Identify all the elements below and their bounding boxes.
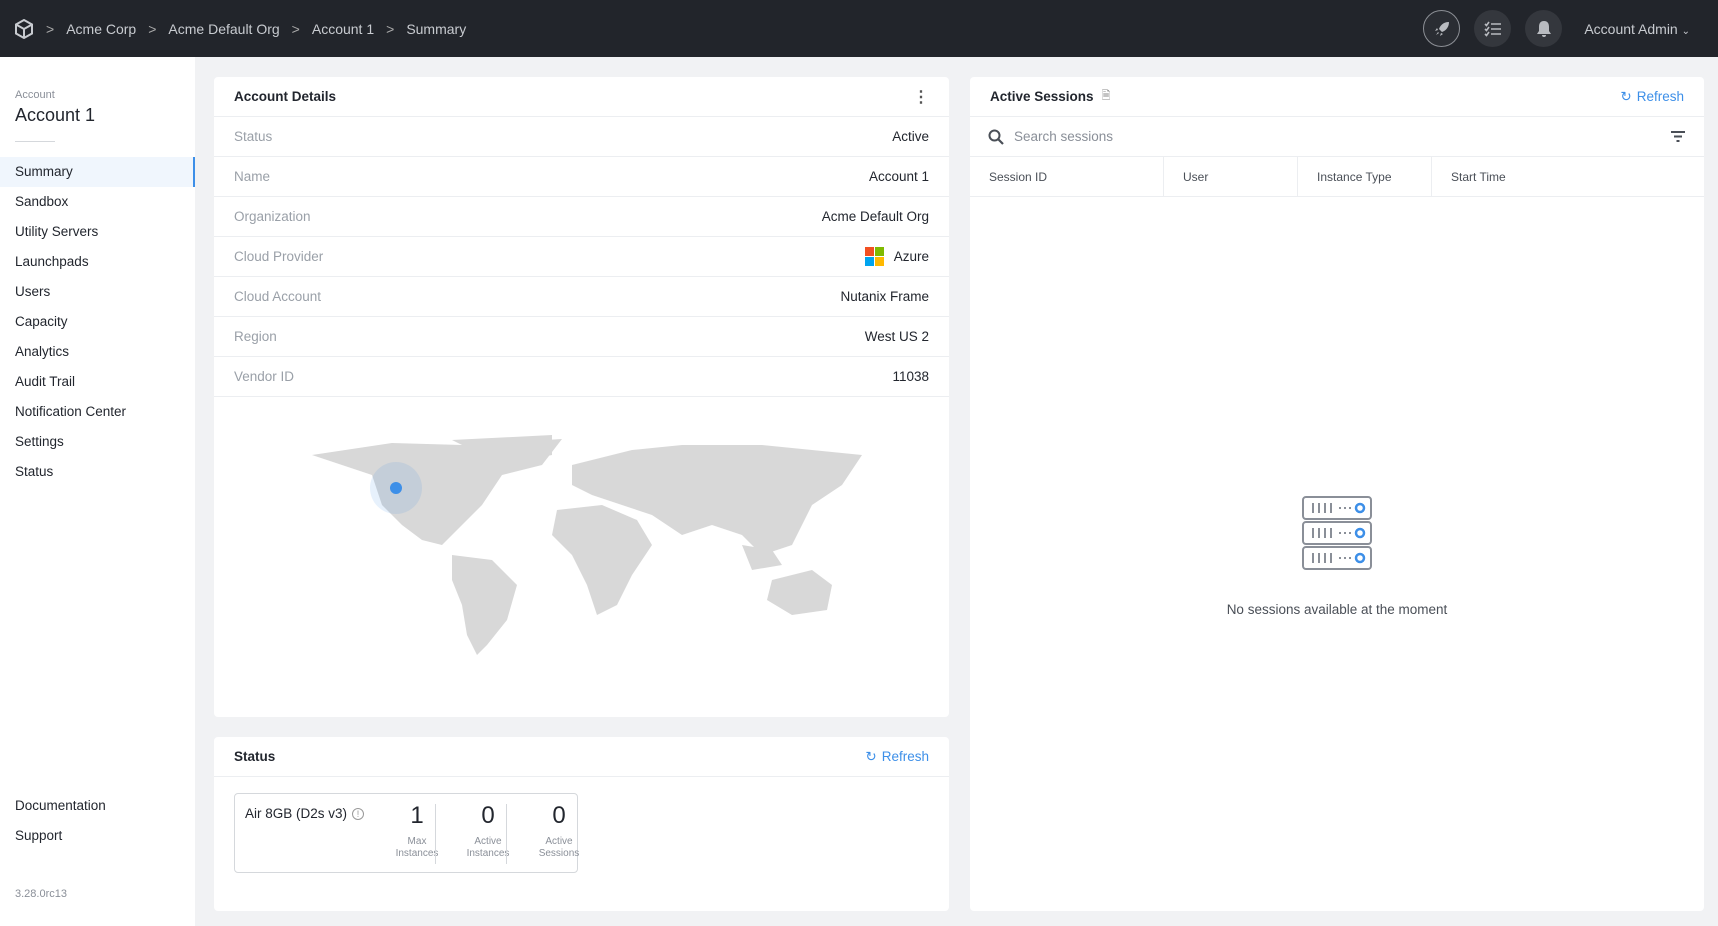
server-stack-icon [1302,496,1372,570]
breadcrumb-item[interactable]: Account 1 [312,21,374,37]
more-options-icon[interactable]: ⋮ [913,87,929,107]
column-session-id[interactable]: Session ID [970,157,1164,196]
instance-type-name: Air 8GB (D2s v3) [245,806,348,821]
filter-icon[interactable] [1670,130,1686,144]
detail-row-cloud-provider: Cloud Provider Azure [214,237,949,277]
metric-active-sessions: 0 Active Sessions [538,802,580,859]
card-title: Active Sessions [990,89,1094,104]
sidebar-nav: Summary Sandbox Utility Servers Launchpa… [0,157,195,487]
sidebar-title: Account 1 [15,105,96,125]
info-icon[interactable]: ! [352,807,365,820]
search-icon [988,129,1004,145]
bell-icon [1536,20,1551,37]
sidebar-item-capacity[interactable]: Capacity [0,307,195,337]
card-title: Account Details [234,89,337,104]
sidebar-item-utility-servers[interactable]: Utility Servers [0,217,195,247]
sidebar-item-sandbox[interactable]: Sandbox [0,187,195,217]
metric-max-instances: 1 Max Instances [395,802,439,859]
empty-state: No sessions available at the moment [970,495,1704,617]
status-refresh-button[interactable]: ↻ Refresh [865,749,929,765]
sidebar: Account Account 1 Summary Sandbox Utilit… [0,57,195,926]
version-label: 3.28.0rc13 [15,888,67,900]
column-start-time[interactable]: Start Time [1432,157,1704,196]
top-bar: > Acme Corp > Acme Default Org > Account 1 … [0,0,1718,57]
sidebar-item-audit-trail[interactable]: Audit Trail [0,367,195,397]
breadcrumb: > Acme Corp > Acme Default Org > Account 1 … [46,20,467,37]
sessions-refresh-button[interactable]: ↻ Refresh [1620,89,1684,105]
detail-row-cloud-account: Cloud Account Nutanix Frame [214,277,949,317]
detail-row-organization: Organization Acme Default Org [214,197,949,237]
card-title: Status [234,749,276,764]
instance-stats: Air 8GB (D2s v3)! 1 Max Instances 0 Active I… [234,793,579,873]
detail-row-name: Name Account 1 [214,157,949,197]
detail-row-region: Region West US 2 [214,317,949,357]
sidebar-item-status[interactable]: Status [0,457,195,487]
sidebar-item-summary[interactable]: Summary [0,157,195,187]
sidebar-item-analytics[interactable]: Analytics [0,337,195,367]
region-world-map [312,435,862,655]
notifications-button[interactable] [1525,10,1563,47]
sidebar-caption: Account [15,89,55,101]
sidebar-item-users[interactable]: Users [0,277,195,307]
tasks-button[interactable] [1474,10,1512,47]
active-sessions-card: Active Sessions 🗎 ↻Refresh Session ID User… [970,77,1704,911]
refresh-icon: ↻ [1620,88,1632,104]
detail-row-vendor-id: Vendor ID 11038 [214,357,949,397]
document-icon: 🗎 [1101,90,1111,102]
sidebar-item-launchpads[interactable]: Launchpads [0,247,195,277]
metric-active-instances: 0 Active Instances [466,802,510,859]
breadcrumb-item[interactable]: Acme Corp [66,21,136,37]
sidebar-item-settings[interactable]: Settings [0,427,195,457]
detail-row-status: Status Active [214,117,949,157]
column-user[interactable]: User [1164,157,1298,196]
search-sessions-input[interactable] [1014,129,1660,144]
region-marker[interactable] [390,482,402,494]
breadcrumb-current: Summary [406,20,467,37]
user-menu[interactable]: Account Admin ⌄ [1584,21,1690,37]
documentation-link[interactable]: Documentation [0,791,195,821]
sessions-table-header: Session ID User Instance Type Start Time [970,157,1704,197]
breadcrumb-item[interactable]: Acme Default Org [168,21,279,37]
account-details-card: Account Details ⋮ Status Active Name Accoun… [214,77,949,717]
column-instance-type[interactable]: Instance Type [1298,157,1432,196]
chevron-down-icon: ⌄ [1681,25,1690,37]
task-list-icon [1484,21,1501,37]
rocket-icon [1434,21,1449,36]
logo-cube-icon[interactable] [14,18,34,39]
azure-logo-icon [864,247,884,266]
refresh-icon: ↻ [865,748,877,764]
divider [15,141,55,142]
launch-button[interactable] [1423,10,1461,47]
status-card: Status ↻ Refresh Air 8GB (D2s v3)! 1 Max Ins… [214,737,949,911]
empty-message: No sessions available at the moment [1226,602,1448,617]
sidebar-item-notification-center[interactable]: Notification Center [0,397,195,427]
support-link[interactable]: Support [0,821,195,851]
